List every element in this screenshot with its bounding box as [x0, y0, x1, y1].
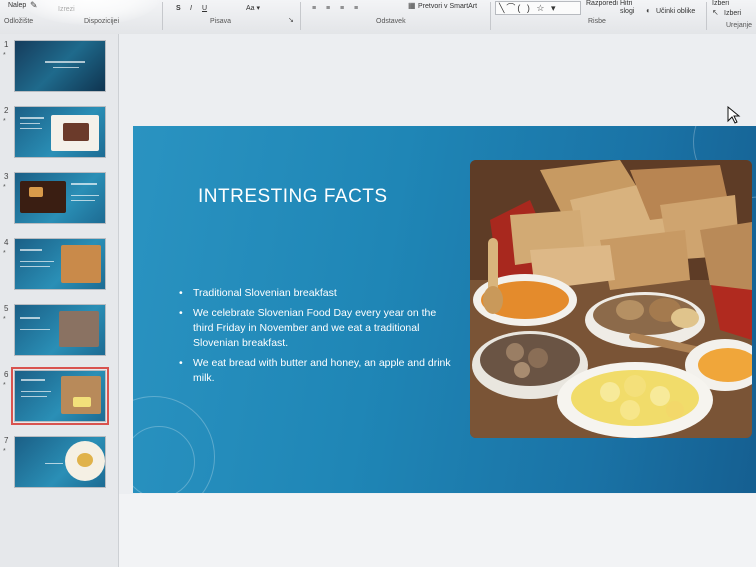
thumbnail-photo: [20, 181, 66, 213]
thumbnail-photo: [77, 453, 93, 467]
font-group-label: Pisava: [210, 18, 232, 25]
thumbnail-text-line: [20, 317, 40, 319]
ribbon-divider: [300, 2, 301, 30]
cut-button[interactable]: Izrezi: [58, 6, 75, 13]
shapes-gallery[interactable]: ╲⌒( ) ☆ ▾: [495, 1, 581, 15]
thumbnail-text-line: [45, 463, 63, 464]
drawing-group-label: Risbe: [588, 18, 606, 25]
align-left-button[interactable]: ≡: [312, 2, 316, 14]
replace-button[interactable]: Izberi: [712, 0, 729, 7]
breakfast-photo[interactable]: [470, 160, 752, 438]
slide-thumbnail-3[interactable]: [14, 172, 106, 224]
current-slide[interactable]: INTRESTING FACTS Traditional Slovenian b…: [133, 126, 756, 493]
paragraph-group-label: Odstavek: [376, 18, 406, 25]
quick-styles-button[interactable]: Hitri slogi: [620, 0, 642, 16]
shape-effects-button[interactable]: Učinki oblike: [656, 8, 695, 15]
animation-star-icon: *: [3, 382, 6, 389]
animation-star-icon: *: [3, 448, 6, 455]
thumbnail-text-line: [53, 67, 79, 68]
brush-icon[interactable]: ✎: [30, 0, 38, 11]
animation-star-icon: *: [3, 316, 6, 323]
ribbon-divider: [162, 2, 163, 30]
ribbon-divider: [490, 2, 491, 30]
convert-smartart-button[interactable]: Pretvori v SmartArt: [418, 3, 477, 10]
thumbnail-text-line: [20, 261, 54, 262]
thumbnail-row[interactable]: 7 *: [0, 436, 118, 492]
thumbnail-photo: [29, 187, 43, 197]
thumbnail-row[interactable]: 4 *: [0, 238, 118, 294]
thumbnail-text-line: [45, 61, 85, 63]
slide-number: 1: [4, 40, 9, 49]
bullet-list[interactable]: Traditional Slovenian breakfast We celeb…: [177, 286, 457, 391]
layout-group-label: Dispozicijei: [84, 18, 120, 25]
new-slide-button[interactable]: Nalep: [8, 2, 26, 9]
underline-button[interactable]: U: [202, 2, 207, 14]
arrange-button[interactable]: Razporedi: [586, 0, 618, 7]
slide-title[interactable]: INTRESTING FACTS: [198, 186, 458, 208]
align-right-button[interactable]: ≡: [340, 2, 344, 14]
slide-number: 3: [4, 172, 9, 181]
thumbnail-text-line: [21, 379, 45, 381]
animation-star-icon: *: [3, 118, 6, 125]
thumbnail-row[interactable]: 3 *: [0, 172, 118, 228]
smartart-icon[interactable]: ▦: [408, 1, 416, 10]
slide-thumbnail-pane[interactable]: 1 * 2 * 3 * 4 * 5 * 6 * 7 *: [0, 34, 119, 567]
thumbnail-photo: [61, 376, 101, 414]
clipboard-group-label: Odložište: [4, 18, 34, 25]
italic-button[interactable]: I: [190, 2, 192, 14]
thumbnail-text-line: [21, 391, 51, 392]
animation-star-icon: *: [3, 184, 6, 191]
slide-thumbnail-5[interactable]: [14, 304, 106, 356]
slide-thumbnail-6[interactable]: [11, 367, 109, 425]
bullet-item[interactable]: Traditional Slovenian breakfast: [177, 286, 457, 301]
slide-number: 5: [4, 304, 9, 313]
thumbnail-row[interactable]: 6 *: [0, 367, 118, 426]
bullet-item[interactable]: We eat bread with butter and honey, an a…: [177, 356, 457, 386]
ribbon-divider: [706, 2, 707, 30]
slide-thumbnail-1[interactable]: [14, 40, 106, 92]
thumbnail-text-line: [20, 329, 50, 330]
bold-button[interactable]: S: [176, 2, 181, 14]
thumbnail-text-line: [71, 200, 95, 201]
notes-area[interactable]: [119, 494, 756, 567]
editing-group-label: Urejanje: [726, 22, 753, 29]
shape-effects-icon[interactable]: ◐: [646, 6, 651, 15]
thumbnail-row[interactable]: 5 *: [0, 304, 118, 360]
slide-number: 7: [4, 436, 9, 445]
thumbnail-text-line: [71, 183, 97, 185]
thumbnail-row[interactable]: 2 *: [0, 106, 118, 162]
thumbnail-text-line: [20, 266, 50, 267]
animation-star-icon: *: [3, 52, 6, 59]
thumbnail-text-line: [20, 123, 40, 124]
mouse-cursor-icon: [727, 106, 741, 124]
thumbnail-photo: [59, 311, 99, 347]
select-arrow-icon[interactable]: ↖: [712, 8, 719, 17]
thumbnail-photo: [61, 245, 101, 283]
animation-star-icon: *: [3, 250, 6, 257]
thumbnail-text-line: [71, 195, 99, 196]
slide-thumbnail-2[interactable]: [14, 106, 106, 158]
thumbnail-row[interactable]: 1 *: [0, 40, 118, 96]
thumbnail-text-line: [20, 249, 42, 251]
align-center-button[interactable]: ≡: [326, 2, 330, 14]
font-dialog-icon[interactable]: ↘: [288, 16, 294, 24]
ribbon: Nalep ✎ Izrezi Odložište Dispozicijei S …: [0, 0, 756, 35]
justify-button[interactable]: ≡: [354, 2, 358, 14]
bullet-item[interactable]: We celebrate Slovenian Food Day every ye…: [177, 306, 457, 351]
slide-number: 2: [4, 106, 9, 115]
font-size-down-button[interactable]: Aa ▾: [246, 2, 260, 14]
thumbnail-text-line: [20, 128, 42, 129]
slide-thumbnail-4[interactable]: [14, 238, 106, 290]
thumbnail-text-line: [21, 396, 47, 397]
slide-number: 4: [4, 238, 9, 247]
thumbnail-photo: [63, 123, 89, 141]
select-button[interactable]: Izberi: [724, 10, 741, 17]
slide-number: 6: [4, 370, 9, 379]
slide-thumbnail-7[interactable]: [14, 436, 106, 488]
thumbnail-photo: [73, 397, 91, 407]
thumbnail-text-line: [20, 117, 44, 119]
